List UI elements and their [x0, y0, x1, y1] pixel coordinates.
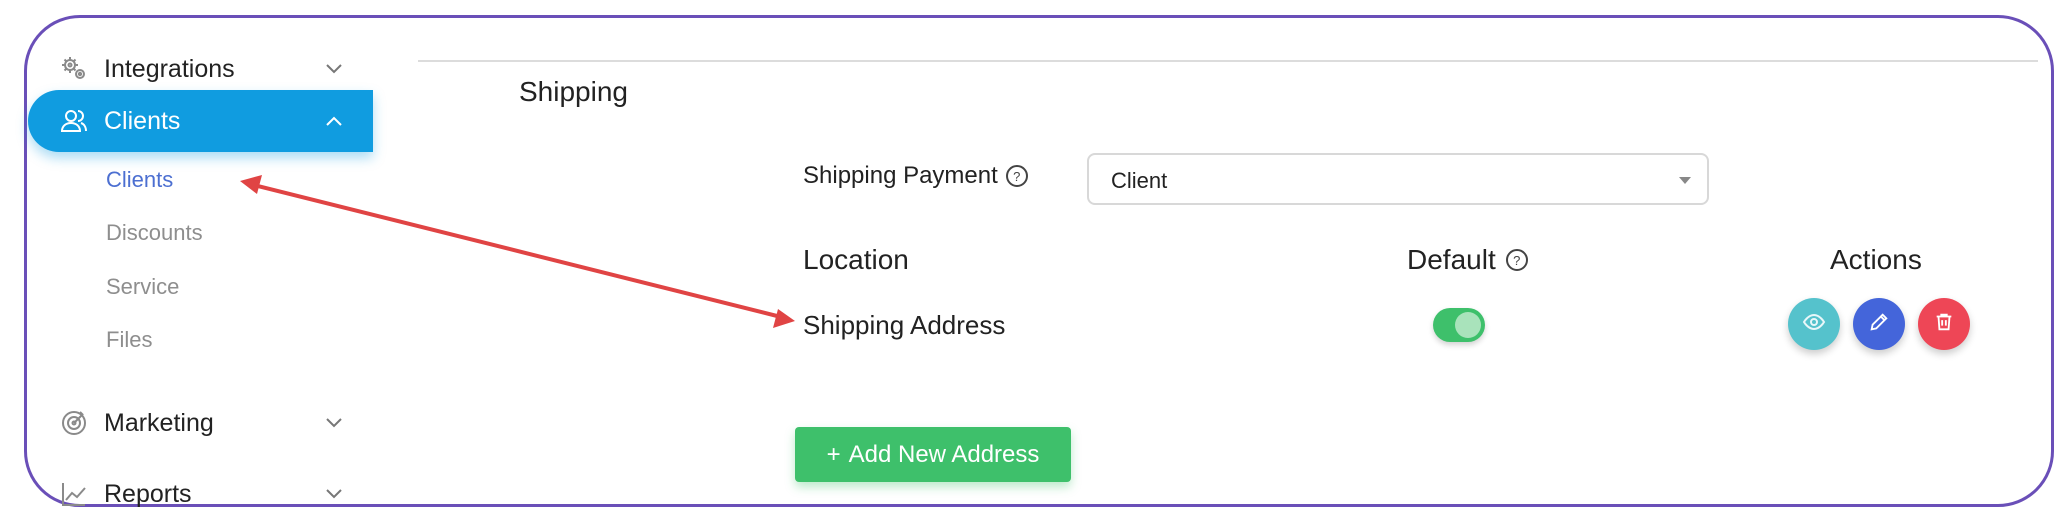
- add-new-address-label: Add New Address: [848, 440, 1040, 468]
- chevron-down-icon: [323, 58, 345, 80]
- column-header-actions: Actions: [1830, 244, 1922, 276]
- section-divider: [418, 60, 2038, 62]
- subnav-item-discounts[interactable]: Discounts: [106, 220, 203, 246]
- sidebar-item-marketing[interactable]: Marketing: [28, 392, 373, 454]
- dropdown-caret-icon: [1679, 177, 1691, 184]
- table-row-location: Shipping Address: [803, 310, 1006, 340]
- sidebar: Integrations Clients Clients Discounts S…: [28, 20, 373, 508]
- chevron-down-icon: [323, 483, 345, 505]
- view-button[interactable]: [1788, 298, 1840, 350]
- sidebar-item-label: Marketing: [104, 408, 214, 437]
- chevron-up-icon: [323, 110, 345, 132]
- column-header-location: Location: [803, 244, 909, 276]
- eye-icon: [1802, 310, 1826, 339]
- pencil-icon: [1868, 311, 1890, 338]
- subnav-item-files[interactable]: Files: [106, 327, 152, 353]
- edit-button[interactable]: [1853, 298, 1905, 350]
- sidebar-item-label: Clients: [104, 106, 181, 135]
- toggle-knob: [1455, 312, 1481, 338]
- trash-icon: [1933, 311, 1955, 338]
- column-header-actions-text: Actions: [1830, 244, 1922, 275]
- plus-icon: +: [826, 440, 841, 468]
- column-header-default-text: Default: [1407, 244, 1496, 275]
- sidebar-item-clients[interactable]: Clients: [28, 90, 373, 152]
- sidebar-item-label: Integrations: [104, 54, 235, 83]
- target-icon: [58, 407, 90, 439]
- help-icon[interactable]: ?: [1505, 249, 1528, 271]
- users-icon: [58, 105, 90, 137]
- default-toggle[interactable]: [1433, 308, 1485, 342]
- sidebar-item-reports[interactable]: Reports: [28, 463, 373, 525]
- shipping-payment-label: Shipping Payment ?: [803, 162, 1028, 190]
- help-icon[interactable]: ?: [1005, 165, 1028, 187]
- subnav-item-service[interactable]: Service: [106, 274, 179, 300]
- shipping-payment-label-text: Shipping Payment: [803, 162, 998, 189]
- shipping-payment-select[interactable]: Client: [1087, 153, 1709, 205]
- chart-line-icon: [58, 478, 90, 510]
- add-new-address-button[interactable]: + Add New Address: [795, 427, 1071, 482]
- gears-icon: [58, 53, 90, 85]
- shipping-payment-value: Client: [1111, 168, 1168, 193]
- chevron-down-icon: [323, 412, 345, 434]
- column-header-location-text: Location: [803, 244, 909, 275]
- delete-button[interactable]: [1918, 298, 1970, 350]
- column-header-default: Default ?: [1407, 244, 1528, 276]
- section-title: Shipping: [519, 76, 628, 107]
- sidebar-item-label: Reports: [104, 479, 192, 508]
- subnav-item-clients[interactable]: Clients: [106, 167, 173, 193]
